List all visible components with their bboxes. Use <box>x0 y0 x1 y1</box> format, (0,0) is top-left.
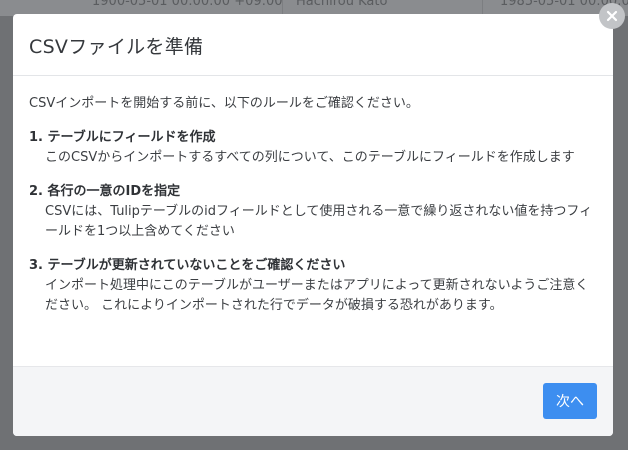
close-icon <box>606 10 618 22</box>
rule-item: 2. 各行の一意のIDを指定 CSVには、Tulipテーブルのidフィールドとし… <box>29 182 597 242</box>
intro-text: CSVインポートを開始する前に、以下のルールをご確認ください。 <box>29 96 419 111</box>
rule-item: 1. テーブルにフィールドを作成 このCSVからインポートするすべての列について… <box>29 128 597 168</box>
rule-description: CSVには、Tulipテーブルのidフィールドとして使用される一意で繰り返されな… <box>45 204 593 239</box>
rule-description: このCSVからインポートするすべての列について、このテーブルにフィールドを作成し… <box>45 150 575 165</box>
prepare-csv-modal: CSVファイルを準備 CSVインポートを開始する前に、以下のルールをご確認くださ… <box>13 14 613 436</box>
rule-title: 3. テーブルが更新されていないことをご確認ください <box>29 258 346 273</box>
modal-footer: 次へ <box>13 366 613 436</box>
modal-header: CSVファイルを準備 <box>13 14 613 76</box>
next-button[interactable]: 次へ <box>543 383 597 419</box>
modal-body: CSVインポートを開始する前に、以下のルールをご確認ください。 1. テーブルに… <box>29 94 597 330</box>
rule-title: 2. 各行の一意のIDを指定 <box>29 184 181 199</box>
rule-description: インポート処理中にこのテーブルがユーザーまたはアプリによって更新されないようご注… <box>45 278 589 313</box>
modal-title: CSVファイルを準備 <box>29 36 204 58</box>
rule-item: 3. テーブルが更新されていないことをご確認ください インポート処理中にこのテー… <box>29 256 597 316</box>
close-button[interactable] <box>599 3 625 29</box>
rule-title: 1. テーブルにフィールドを作成 <box>29 130 216 145</box>
